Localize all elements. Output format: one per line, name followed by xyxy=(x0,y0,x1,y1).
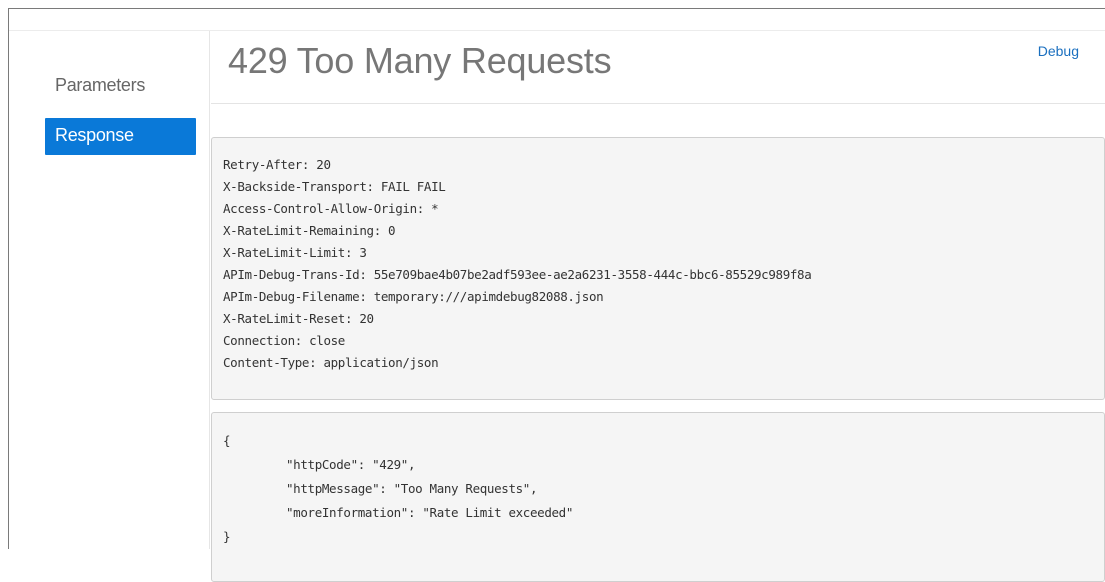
header-line: Connection: close xyxy=(223,333,345,348)
response-body-panel: { "httpCode": "429", "httpMessage": "Too… xyxy=(211,412,1105,582)
json-open-brace: { xyxy=(223,433,231,448)
top-bar xyxy=(9,9,1105,31)
header-line: APIm-Debug-Trans-Id: 55e709bae4b07be2adf… xyxy=(223,267,812,282)
main-content: 429 Too Many Requests Debug Retry-After:… xyxy=(211,31,1105,582)
response-headers-panel: Retry-After: 20 X-Backside-Transport: FA… xyxy=(211,137,1105,400)
sidebar: Parameters Response xyxy=(9,31,210,549)
header-line: APIm-Debug-Filename: temporary:///apimde… xyxy=(223,289,604,304)
header-line: Retry-After: 20 xyxy=(223,157,331,172)
title-row: 429 Too Many Requests Debug xyxy=(211,31,1105,104)
header-line: X-RateLimit-Reset: 20 xyxy=(223,311,374,326)
header-line: X-RateLimit-Limit: 3 xyxy=(223,245,367,260)
json-line: "httpMessage": "Too Many Requests", xyxy=(286,481,538,496)
debug-link[interactable]: Debug xyxy=(1038,43,1079,59)
json-line: "moreInformation": "Rate Limit exceeded" xyxy=(286,505,574,520)
sidebar-item-response[interactable]: Response xyxy=(45,118,196,155)
json-line: "httpCode": "429", xyxy=(286,457,416,472)
sidebar-item-parameters[interactable]: Parameters xyxy=(45,67,196,103)
json-close-brace: } xyxy=(223,529,231,544)
header-line: Content-Type: application/json xyxy=(223,355,439,370)
page-title: 429 Too Many Requests xyxy=(228,40,612,81)
header-line: Access-Control-Allow-Origin: * xyxy=(223,201,439,216)
app-frame: Parameters Response 429 Too Many Request… xyxy=(8,8,1105,582)
header-line: X-Backside-Transport: FAIL FAIL xyxy=(223,179,446,194)
header-line: X-RateLimit-Remaining: 0 xyxy=(223,223,396,238)
